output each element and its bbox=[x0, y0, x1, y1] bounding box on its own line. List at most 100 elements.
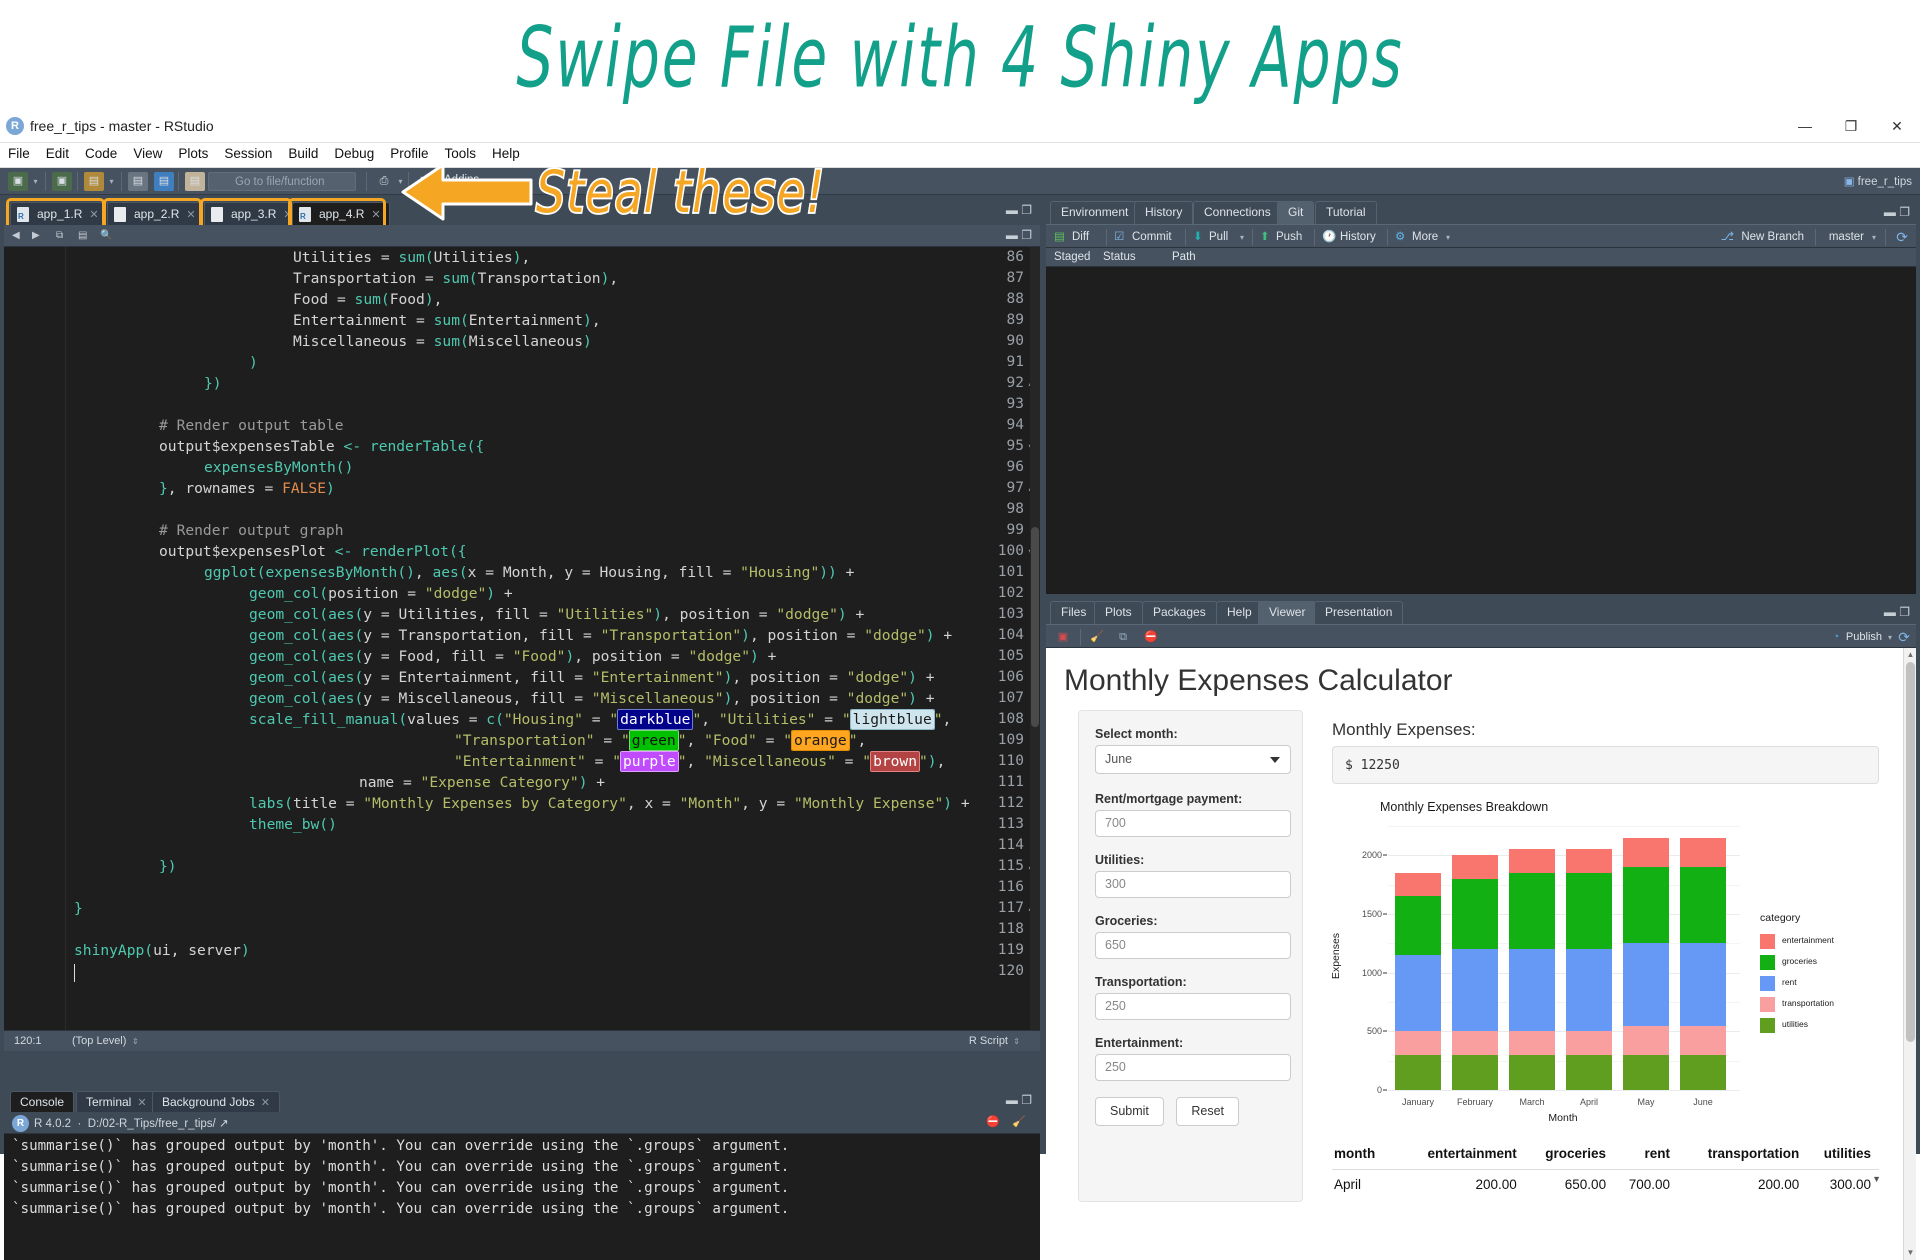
month-select[interactable]: June bbox=[1095, 745, 1291, 774]
menu-edit[interactable]: Edit bbox=[38, 143, 77, 165]
pull-caret-icon[interactable]: ▾ bbox=[1240, 229, 1244, 246]
save-icon[interactable]: ▤ bbox=[128, 172, 148, 191]
new-file-icon[interactable]: ▣ bbox=[8, 172, 28, 191]
scrollbar-thumb[interactable] bbox=[1031, 527, 1039, 727]
branch-selector[interactable]: master bbox=[1829, 229, 1864, 246]
menu-plots[interactable]: Plots bbox=[170, 143, 216, 165]
source-scrollbar[interactable] bbox=[1030, 247, 1040, 1030]
reset-button[interactable]: Reset bbox=[1176, 1097, 1240, 1126]
push-up-arrow-icon[interactable]: ⬆ bbox=[1260, 229, 1270, 246]
publish-button[interactable]: Publish bbox=[1846, 629, 1882, 646]
tab-background-jobs[interactable]: Background Jobs ✕ bbox=[152, 1091, 280, 1112]
entertainment-input[interactable]: 250 bbox=[1095, 1054, 1291, 1081]
back-arrow-icon[interactable]: ◀ bbox=[12, 228, 20, 244]
close-icon[interactable]: ✕ bbox=[186, 204, 195, 226]
code-editor[interactable]: 86 87 88 89 90 91 92 ▴ 93 94 95 ▾ 96 97 … bbox=[4, 247, 1040, 1030]
console-output[interactable]: `summarise()` has grouped output by 'mon… bbox=[4, 1134, 1040, 1260]
git-more-button[interactable]: More bbox=[1412, 229, 1438, 246]
branch-caret-icon[interactable]: ▾ bbox=[1872, 229, 1876, 246]
close-button[interactable]: ✕ bbox=[1874, 110, 1920, 143]
save-all-icon[interactable]: ▤ bbox=[154, 172, 174, 191]
git-pane-window-controls[interactable]: ▬ ❐ bbox=[1884, 205, 1910, 219]
menu-code[interactable]: Code bbox=[77, 143, 125, 165]
pull-down-arrow-icon[interactable]: ⬇ bbox=[1193, 229, 1203, 246]
new-branch-icon[interactable]: ⎇ bbox=[1721, 229, 1734, 246]
publish-caret-icon[interactable]: ▾ bbox=[1888, 629, 1892, 646]
save-icon[interactable]: ▤ bbox=[78, 228, 87, 244]
stop-icon[interactable]: ⛔ bbox=[1142, 629, 1160, 646]
tab-console[interactable]: Console bbox=[10, 1091, 75, 1112]
source-pane-window-controls[interactable]: ▬ ❐ bbox=[1006, 203, 1032, 217]
scrollbar-thumb[interactable] bbox=[1906, 662, 1915, 1042]
tab-files[interactable]: Files bbox=[1050, 601, 1098, 624]
open-file-caret-icon[interactable]: ▾ bbox=[107, 177, 116, 186]
submit-button[interactable]: Submit bbox=[1095, 1097, 1164, 1126]
refresh-icon[interactable]: ⟳ bbox=[1896, 229, 1908, 246]
git-commit-button[interactable]: Commit bbox=[1132, 229, 1172, 246]
clock-icon[interactable]: 🕐 bbox=[1322, 229, 1336, 246]
tab-terminal[interactable]: Terminal ✕ bbox=[76, 1091, 157, 1112]
chevron-down-icon[interactable]: ▼ bbox=[1872, 1174, 1881, 1184]
broom-clear-icon[interactable]: 🧹 bbox=[1088, 629, 1106, 646]
open-folder-icon[interactable]: ↗ bbox=[219, 1118, 229, 1130]
tab-help[interactable]: Help bbox=[1216, 601, 1263, 624]
tab-history[interactable]: History bbox=[1134, 201, 1194, 224]
new-project-icon[interactable]: ▣ bbox=[52, 172, 72, 191]
scope-caret-icon[interactable]: ⇕ bbox=[132, 1037, 139, 1046]
find-icon[interactable]: 🔍 bbox=[100, 228, 112, 244]
forward-arrow-icon[interactable]: ▶ bbox=[32, 228, 40, 244]
new-branch-button[interactable]: New Branch bbox=[1741, 229, 1804, 246]
refresh-icon[interactable]: ⟳ bbox=[1898, 629, 1910, 646]
scroll-down-icon[interactable]: ▼ bbox=[1906, 1247, 1915, 1259]
tab-tutorial[interactable]: Tutorial bbox=[1315, 201, 1377, 224]
project-name-button[interactable]: ▣ free_r_tips bbox=[1844, 174, 1912, 188]
file-type-caret-icon[interactable]: ⇕ bbox=[1013, 1037, 1020, 1046]
close-icon[interactable]: ✕ bbox=[371, 204, 380, 226]
git-diff-button[interactable]: Diff bbox=[1072, 229, 1089, 246]
viewer-scrollbar[interactable]: ▲ ▼ bbox=[1903, 648, 1916, 1260]
tab-git[interactable]: Git bbox=[1277, 201, 1315, 224]
tab-plots[interactable]: Plots bbox=[1094, 601, 1143, 624]
compile-report-icon[interactable]: ⎙ bbox=[374, 172, 394, 191]
scroll-up-icon[interactable]: ▲ bbox=[1906, 649, 1915, 661]
open-file-icon[interactable]: ▤ bbox=[84, 172, 104, 191]
tab-app-4[interactable]: app_4.R ✕ bbox=[292, 202, 390, 228]
stop-icon[interactable]: ⛔ bbox=[986, 1115, 1000, 1128]
menu-debug[interactable]: Debug bbox=[326, 143, 382, 165]
git-file-list[interactable] bbox=[1046, 267, 1916, 594]
source-editor-window-controls[interactable]: ▬ ❐ bbox=[1006, 228, 1032, 242]
show-in-new-window-icon[interactable]: ⧉ bbox=[56, 228, 63, 244]
gear-icon[interactable]: ⚙ bbox=[1395, 229, 1405, 246]
git-push-button[interactable]: Push bbox=[1276, 229, 1302, 246]
groceries-input[interactable]: 650 bbox=[1095, 932, 1291, 959]
maximize-button[interactable]: ❐ bbox=[1828, 110, 1874, 143]
minimize-button[interactable]: — bbox=[1782, 110, 1828, 143]
goto-file-function-input[interactable]: Go to file/function bbox=[208, 172, 356, 191]
git-pull-button[interactable]: Pull bbox=[1209, 229, 1228, 246]
print-icon[interactable]: ▤ bbox=[185, 172, 205, 191]
tab-presentation[interactable]: Presentation bbox=[1314, 601, 1404, 624]
menu-view[interactable]: View bbox=[125, 143, 170, 165]
git-history-button[interactable]: History bbox=[1340, 229, 1376, 246]
menu-file[interactable]: File bbox=[0, 143, 38, 165]
diff-icon[interactable]: ▤ bbox=[1054, 229, 1065, 246]
file-type-selector[interactable]: R Script bbox=[969, 1035, 1008, 1047]
close-icon[interactable]: ✕ bbox=[137, 1097, 146, 1109]
rent-input[interactable]: 700 bbox=[1095, 810, 1291, 837]
menu-session[interactable]: Session bbox=[216, 143, 280, 165]
transportation-input[interactable]: 250 bbox=[1095, 993, 1291, 1020]
tab-app-3[interactable]: app_3.R ✕ bbox=[204, 202, 302, 225]
tab-viewer[interactable]: Viewer bbox=[1258, 601, 1317, 624]
viewer-window-controls[interactable]: ▬ ❐ bbox=[1884, 605, 1910, 619]
close-icon[interactable]: ✕ bbox=[261, 1097, 270, 1109]
tab-connections[interactable]: Connections bbox=[1193, 201, 1282, 224]
tab-packages[interactable]: Packages bbox=[1142, 601, 1217, 624]
publish-icon[interactable]: ◔ bbox=[1828, 629, 1844, 646]
commit-icon[interactable]: ☑ bbox=[1114, 229, 1124, 246]
tab-environment[interactable]: Environment bbox=[1050, 201, 1140, 224]
new-file-caret-icon[interactable]: ▾ bbox=[31, 177, 40, 186]
broom-clear-icon[interactable]: 🧹 bbox=[1012, 1115, 1026, 1128]
utilities-input[interactable]: 300 bbox=[1095, 871, 1291, 898]
console-window-controls[interactable]: ▬ ❐ bbox=[1006, 1093, 1032, 1107]
stop-export-icon[interactable]: ▣ bbox=[1054, 629, 1072, 646]
